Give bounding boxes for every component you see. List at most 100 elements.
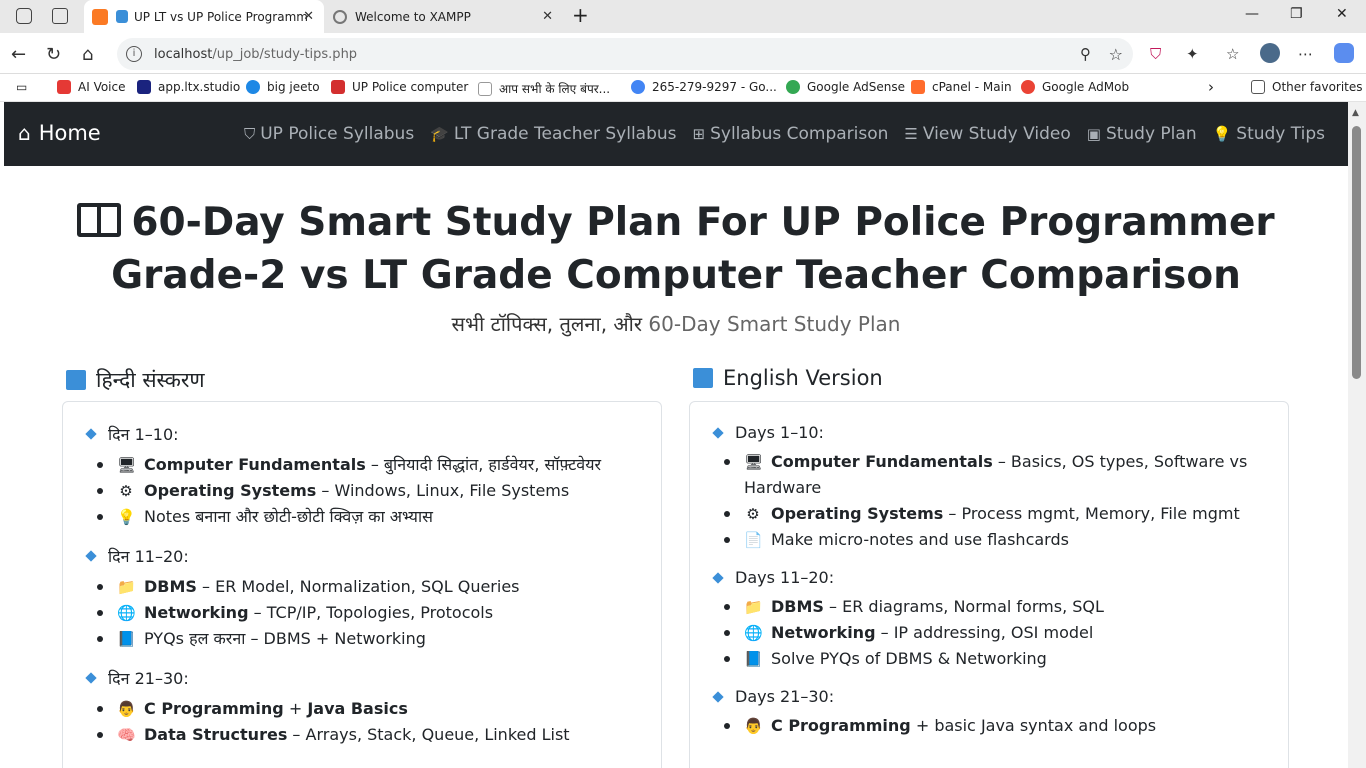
extensions-icon[interactable]: ✦	[1186, 45, 1199, 63]
list-item: 📁 DBMS – ER diagrams, Normal forms, SQL	[724, 594, 1288, 620]
url-path: /up_job/study-tips.php	[212, 46, 358, 62]
refresh-icon[interactable]: ↻	[46, 44, 61, 65]
site-info-icon[interactable]: i	[126, 46, 142, 62]
close-tab-icon[interactable]: ✕	[542, 9, 553, 24]
close-tab-icon[interactable]: ✕	[303, 9, 314, 24]
page-subtitle: सभी टॉपिक्स, तुलना, और 60-Day Smart Stud…	[451, 312, 901, 336]
nav-study-tips[interactable]: 💡 Study Tips	[1213, 124, 1325, 144]
top-navbar: ⌂ Home ⛉ UP Police Syllabus 🎓 LT Grade Tea…	[4, 102, 1348, 166]
page-content: ⌂ Home ⛉ UP Police Syllabus 🎓 LT Grade Tea…	[4, 102, 1348, 768]
back-icon[interactable]: ←	[11, 44, 26, 65]
technologist-icon: 👨	[744, 717, 763, 735]
workspaces-icon[interactable]	[16, 8, 32, 24]
nav-study-plan[interactable]: ▣ Study Plan	[1087, 124, 1197, 144]
address-bar-row: ← ↻ ⌂ i localhost /up_job/study-tips.php…	[0, 33, 1366, 74]
gear-icon: ⚙	[119, 482, 133, 500]
scroll-up-icon[interactable]: ▲	[1352, 108, 1359, 118]
list-item: 👨 C Programming + basic Java syntax and l…	[724, 713, 1288, 739]
list-item: 💡 Notes बनाना और छोटी-छोटी क्विज़ का अभ्य…	[97, 504, 661, 530]
bookmarks-bar: ▭ AI Voice app.ltx.studio big jeeto UP P…	[0, 74, 1366, 102]
copilot-icon[interactable]	[1334, 43, 1354, 63]
lightbulb-icon: 💡	[1212, 125, 1232, 143]
list-item: 🧠 Data Structures – Arrays, Stack, Queue,…	[97, 722, 661, 748]
other-favorites[interactable]: Other favorites	[1251, 80, 1363, 94]
list-item: 🖥 Computer Fundamentals – बुनियादी सिद्धा…	[97, 452, 661, 478]
list-item: 📄 Make micro-notes and use flashcards	[724, 527, 1258, 553]
computer-icon: 🖥	[744, 453, 764, 471]
list-item: ⚙ Operating Systems – Windows, Linux, Fil…	[97, 478, 661, 504]
folder-icon: 📁	[117, 578, 136, 596]
gear-icon: ⚙	[746, 505, 760, 523]
bookmark-hindi[interactable]: आप सभी के लिए बंपर...	[478, 80, 610, 97]
page-scrollbar[interactable]: ▲	[1348, 102, 1366, 768]
graduation-cap-icon: 🎓	[430, 125, 449, 143]
list-item: 🌐 Networking – IP addressing, OSI model	[724, 620, 1288, 646]
english-card: Days 1–10: 🖥 Computer Fundamentals – Basi…	[689, 401, 1289, 768]
english-heading: English Version	[693, 366, 883, 390]
blue-book-icon	[66, 370, 86, 390]
folder-icon	[1251, 80, 1265, 94]
blue-book-icon: 📘	[117, 630, 136, 648]
favorites-icon[interactable]: ☆	[1226, 45, 1239, 63]
list-item: ⚙ Operating Systems – Process mgmt, Memor…	[724, 501, 1258, 527]
minimize-icon[interactable]: —	[1245, 6, 1259, 22]
bookmark-admob[interactable]: Google AdMob	[1021, 80, 1129, 94]
nav-up-police-syllabus[interactable]: ⛉ UP Police Syllabus	[244, 124, 414, 144]
blue-book-icon: 📘	[744, 650, 763, 668]
bookmark-up-police[interactable]: UP Police computer	[331, 80, 468, 94]
browser-tab-bar: UP LT vs UP Police Programm ✕ Welcome to…	[0, 0, 1366, 33]
tab-up-lt-vs-police[interactable]: UP LT vs UP Police Programm ✕	[84, 0, 324, 33]
tab-title: UP LT vs UP Police Programm	[134, 9, 308, 24]
shield-extension-icon[interactable]: ⛉	[1150, 45, 1161, 63]
section-label: दिन 21–30:	[85, 667, 661, 689]
section-label: Days 21–30:	[712, 687, 1288, 706]
bookmark-google-voice[interactable]: 265-279-9297 - Go...	[631, 80, 777, 94]
nav-syllabus-comparison[interactable]: ⊞ Syllabus Comparison	[693, 124, 889, 144]
technologist-icon: 👨	[117, 700, 136, 718]
profile-avatar[interactable]	[1260, 43, 1280, 63]
nav-view-study-video[interactable]: ☰ View Study Video	[904, 124, 1070, 144]
bookmark-cpanel[interactable]: cPanel - Main	[911, 80, 1012, 94]
new-tab-icon[interactable]: +	[572, 3, 589, 27]
diamond-icon	[85, 428, 97, 440]
url-field[interactable]: i localhost /up_job/study-tips.php ⚲ ☆	[117, 38, 1133, 70]
hindi-heading: हिन्दी संस्करण	[66, 366, 205, 394]
blue-book-icon	[693, 368, 713, 388]
zoom-icon[interactable]: ⚲	[1080, 45, 1091, 63]
home-link[interactable]: ⌂ Home	[18, 121, 101, 145]
globe-icon: 🌐	[744, 624, 763, 642]
bookmark-adsense[interactable]: Google AdSense	[786, 80, 905, 94]
globe-icon: 🌐	[117, 604, 136, 622]
list-item: 📁 DBMS – ER Model, Normalization, SQL Que…	[97, 574, 661, 600]
diamond-icon	[712, 571, 724, 584]
book-icon	[116, 10, 128, 23]
bookmark-big-jeeto[interactable]: big jeeto	[246, 80, 320, 94]
calendar-icon: ▣	[1086, 125, 1101, 143]
section-label: Days 1–10:	[712, 423, 1288, 442]
brain-icon: 🧠	[117, 726, 136, 744]
bookmark-ltx-studio[interactable]: app.ltx.studio	[137, 80, 240, 94]
close-window-icon[interactable]: ✕	[1336, 6, 1348, 22]
tab-title: Welcome to XAMPP	[355, 9, 471, 24]
grid-icon: ⊞	[692, 125, 706, 143]
page-title: 60-Day Smart Study Plan For UP Police Pr…	[4, 196, 1348, 302]
reading-view-icon[interactable]: ▭	[16, 80, 27, 94]
home-icon[interactable]: ⌂	[82, 44, 93, 65]
xampp-icon	[92, 8, 108, 25]
diamond-icon	[85, 672, 97, 684]
nav-lt-grade-syllabus[interactable]: 🎓 LT Grade Teacher Syllabus	[430, 124, 676, 144]
list-item: 🌐 Networking – TCP/IP, Topologies, Protoc…	[97, 600, 661, 626]
scrollbar-thumb[interactable]	[1352, 126, 1361, 379]
open-book-icon	[77, 203, 122, 237]
favorite-star-icon[interactable]: ☆	[1109, 45, 1123, 64]
chevron-right-icon[interactable]: ›	[1208, 78, 1214, 96]
more-menu-icon[interactable]: ⋯	[1298, 45, 1313, 63]
maximize-icon[interactable]: ❐	[1290, 6, 1303, 22]
bookmark-ai-voice[interactable]: AI Voice	[57, 80, 126, 94]
vertical-tabs-icon[interactable]	[52, 8, 68, 24]
diamond-icon	[712, 690, 724, 703]
tab-xampp[interactable]: Welcome to XAMPP ✕	[325, 0, 563, 33]
list-item: 📘 Solve PYQs of DBMS & Networking	[724, 646, 1288, 672]
folder-icon: 📁	[744, 598, 763, 616]
lightbulb-icon: 💡	[117, 508, 136, 526]
